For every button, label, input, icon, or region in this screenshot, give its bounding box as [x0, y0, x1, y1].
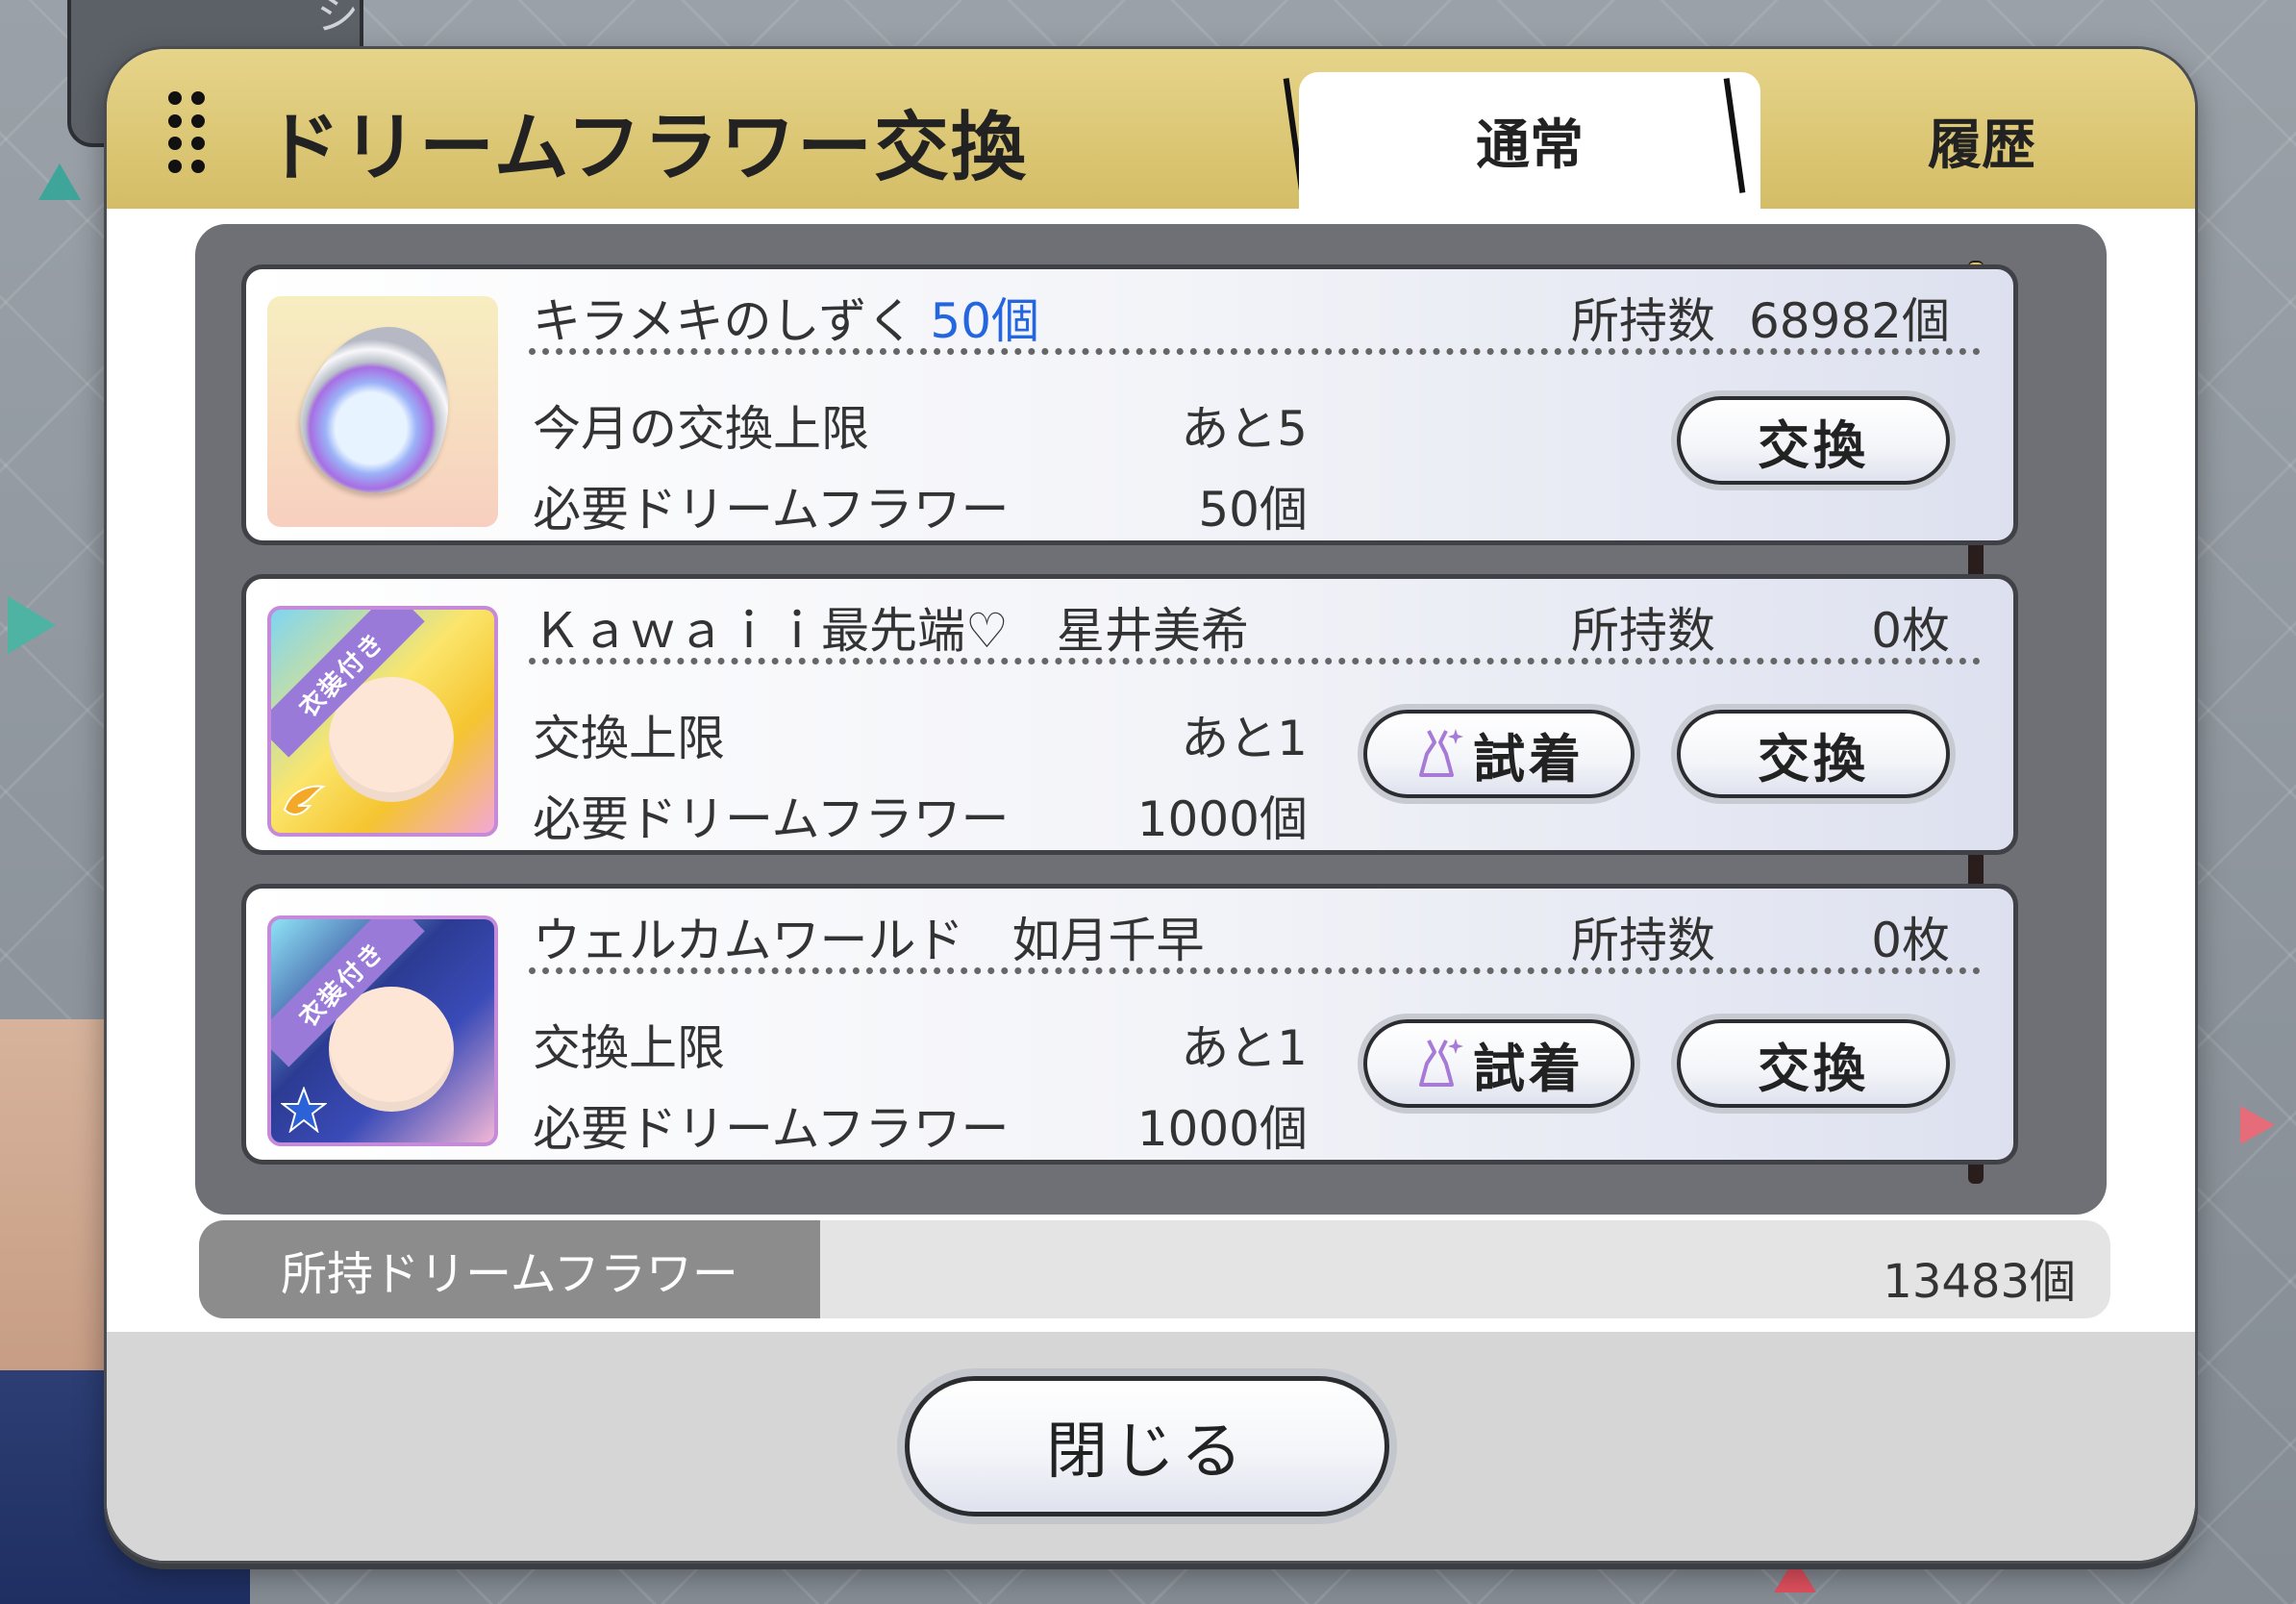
cost-label: 必要ドリームフラワー [533, 791, 1010, 847]
dotted-divider [529, 658, 1981, 664]
dotted-divider [529, 967, 1981, 974]
dress-sparkle-icon [1419, 729, 1463, 777]
tab-history[interactable]: 履歴 [1799, 72, 2164, 209]
exchange-dialog: ドリームフラワー交換 通常 履歴 キラメキのしずく 50個 所持数 68982個… [104, 46, 2198, 1564]
cost-label: 必要ドリームフラワー [533, 1101, 1010, 1157]
star-badge-icon [281, 1087, 327, 1133]
kirameki-drop-icon [267, 296, 498, 527]
angel-wing-icon [283, 785, 326, 815]
chihaya-card-thumbnail[interactable]: 衣装付き [267, 915, 498, 1146]
limit-label: 交換上限 [533, 1020, 725, 1076]
cost-value: 1000個 [1136, 791, 1308, 847]
dress-sparkle-icon [1419, 1039, 1463, 1087]
tab-normal[interactable]: 通常 [1299, 72, 1760, 209]
exchange-button[interactable]: 交換 [1677, 710, 1950, 798]
list-item: 衣装付き Ｋａｗａｉｉ最先端♡ 星井美希 所持数 0枚 交換上限 あと1 必要ド… [241, 574, 2018, 855]
owned-count-label: 所持数 [1571, 913, 1715, 968]
try-on-label: 試着 [1473, 728, 1585, 789]
item-name: キラメキのしずく 50個 [533, 293, 1040, 349]
try-on-button[interactable]: 試着 [1363, 1019, 1635, 1108]
try-on-label: 試着 [1473, 1038, 1585, 1099]
cost-label: 必要ドリームフラワー [533, 482, 1010, 538]
item-name: ウェルカムワールド 如月千早 [533, 913, 1205, 968]
drag-handle-icon[interactable] [168, 91, 211, 174]
owned-flower-label: 所持ドリームフラワー [199, 1220, 820, 1318]
list-item: 衣装付き ウェルカムワールド 如月千早 所持数 0枚 交換上限 あと1 必要ドリ… [241, 884, 2018, 1165]
limit-label: 交換上限 [533, 711, 725, 766]
cost-value: 1000個 [1136, 1101, 1308, 1157]
owned-count-label: 所持数 [1571, 293, 1715, 349]
owned-count-value: 0枚 [1871, 603, 1950, 659]
limit-value: あと1 [1181, 1020, 1308, 1076]
background-triangle [2240, 1106, 2275, 1144]
background-triangle [38, 163, 81, 200]
owned-flower-bar: 所持ドリームフラワー 13483個 [199, 1220, 2110, 1318]
owned-count-label: 所持数 [1571, 603, 1715, 659]
limit-label: 今月の交換上限 [533, 401, 869, 457]
owned-count-value: 0枚 [1871, 913, 1950, 968]
background-triangle [8, 596, 56, 654]
close-button[interactable]: 閉じる [905, 1376, 1389, 1516]
limit-value: あと1 [1181, 711, 1308, 766]
list-item: キラメキのしずく 50個 所持数 68982個 今月の交換上限 あと5 必要ドリ… [241, 264, 2018, 545]
dialog-title: ドリームフラワー交換 [265, 105, 1028, 191]
dotted-divider [529, 348, 1981, 355]
miki-card-thumbnail[interactable]: 衣装付き [267, 606, 498, 837]
cost-value: 50個 [1198, 482, 1308, 538]
owned-flower-value: 13483個 [1883, 1255, 2076, 1309]
exchange-button[interactable]: 交換 [1677, 1019, 1950, 1108]
item-name: Ｋａｗａｉｉ最先端♡ 星井美希 [533, 603, 1249, 659]
exchange-button[interactable]: 交換 [1677, 396, 1950, 485]
dialog-header: ドリームフラワー交換 通常 履歴 [107, 49, 2195, 209]
item-quantity: 50個 [930, 293, 1040, 349]
try-on-button[interactable]: 試着 [1363, 710, 1635, 798]
limit-value: あと5 [1181, 401, 1308, 457]
owned-count-value: 68982個 [1748, 293, 1950, 349]
